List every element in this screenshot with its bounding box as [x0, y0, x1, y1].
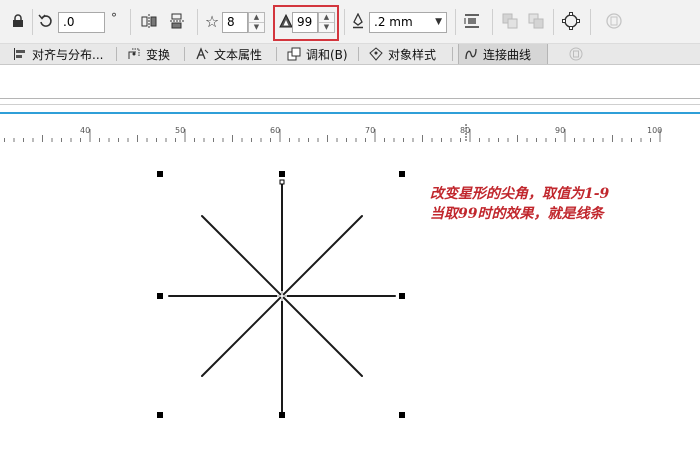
- selection-handle: [399, 412, 405, 418]
- annotation-line-2: 当取99时的效果，就是线条: [430, 206, 604, 222]
- star-points-input[interactable]: 8: [222, 12, 248, 33]
- ruler-label: 60: [270, 126, 281, 135]
- tab-object-styles[interactable]: 对象样式: [368, 44, 436, 64]
- docker-options-button[interactable]: [568, 44, 588, 64]
- convert-to-curves-icon[interactable]: [561, 11, 581, 31]
- node-handle: [279, 179, 285, 185]
- toolbar-separator: [32, 9, 33, 35]
- toolbar-separator: [197, 9, 198, 35]
- panel-toggle-icon[interactable]: [604, 11, 624, 31]
- property-bar: .0 ° ☆ 8 ▲ ▼ 99 ▲ ▼ .2 mm ▼: [0, 0, 700, 44]
- ruler-label: 80: [460, 126, 471, 135]
- selection-handle: [157, 412, 163, 418]
- blend-icon: [286, 46, 302, 62]
- ruler-label: 100: [647, 126, 663, 135]
- star-points-spinner[interactable]: ▲ ▼: [248, 12, 265, 33]
- mirror-horizontal-icon[interactable]: [139, 11, 159, 31]
- degree-symbol: °: [111, 11, 117, 25]
- annotation-line-1: 改变星形的尖角，取值为1-9: [430, 186, 610, 202]
- selection-handle: [399, 171, 405, 177]
- tab-separator: [276, 47, 277, 61]
- toolbar-spacer: [0, 66, 700, 99]
- weld-icon[interactable]: [500, 11, 520, 31]
- outline-pen-icon: [348, 11, 368, 31]
- selection-handle: [157, 171, 163, 177]
- tab-separator: [116, 47, 117, 61]
- ruler-label: 90: [555, 126, 566, 135]
- connect-curves-icon: [463, 46, 479, 62]
- toolbar-separator: [590, 9, 591, 35]
- selection-handle: [157, 293, 163, 299]
- tab-separator: [184, 47, 185, 61]
- toolbar-separator: [553, 9, 554, 35]
- tab-text-properties[interactable]: 文本属性: [194, 44, 262, 64]
- align-icon: [12, 46, 28, 62]
- docker-tabs-bar: 对齐与分布... 变换 文本属性 调和(B) 对象样式 连接曲线: [0, 44, 700, 65]
- tab-transform[interactable]: 变换: [126, 44, 170, 64]
- divider: [0, 104, 700, 105]
- selection-handle: [399, 293, 405, 299]
- text-properties-icon: [194, 46, 210, 62]
- lock-icon[interactable]: [8, 11, 28, 31]
- drawing-canvas[interactable]: 改变星形的尖角，取值为1-9 当取99时的效果，就是线条: [0, 143, 700, 450]
- toolbar-separator: [455, 9, 456, 35]
- ruler-label: 70: [365, 126, 376, 135]
- trim-icon[interactable]: [526, 11, 546, 31]
- toolbar-separator: [492, 9, 493, 35]
- mirror-vertical-icon[interactable]: [167, 11, 187, 31]
- tab-align-distribute[interactable]: 对齐与分布...: [12, 44, 103, 64]
- highlight-box: [273, 5, 339, 41]
- star-points-icon: ☆: [204, 11, 220, 31]
- ruler-label: 50: [175, 126, 186, 135]
- object-styles-icon: [368, 46, 384, 62]
- tab-separator: [358, 47, 359, 61]
- rotate-icon: [36, 11, 56, 31]
- ruler-label: 40: [80, 126, 91, 135]
- tab-connect-curves[interactable]: 连接曲线: [458, 44, 548, 64]
- tab-blend[interactable]: 调和(B): [286, 44, 348, 64]
- panel-toggle-icon: [568, 46, 584, 62]
- horizontal-ruler[interactable]: 40 50 60 70 80 90 100: [0, 112, 700, 144]
- transform-icon: [126, 46, 142, 62]
- selection-handle: [279, 412, 285, 418]
- tab-separator: [452, 47, 453, 61]
- chevron-down-icon: ▼: [435, 17, 442, 27]
- toolbar-separator: [130, 9, 131, 35]
- wrap-text-icon[interactable]: [462, 11, 482, 31]
- ruler-ticks: [4, 124, 661, 142]
- rotation-angle-input[interactable]: .0: [58, 12, 105, 33]
- outline-width-select[interactable]: .2 mm ▼: [369, 12, 447, 33]
- toolbar-separator: [344, 9, 345, 35]
- selection-handle: [279, 171, 285, 177]
